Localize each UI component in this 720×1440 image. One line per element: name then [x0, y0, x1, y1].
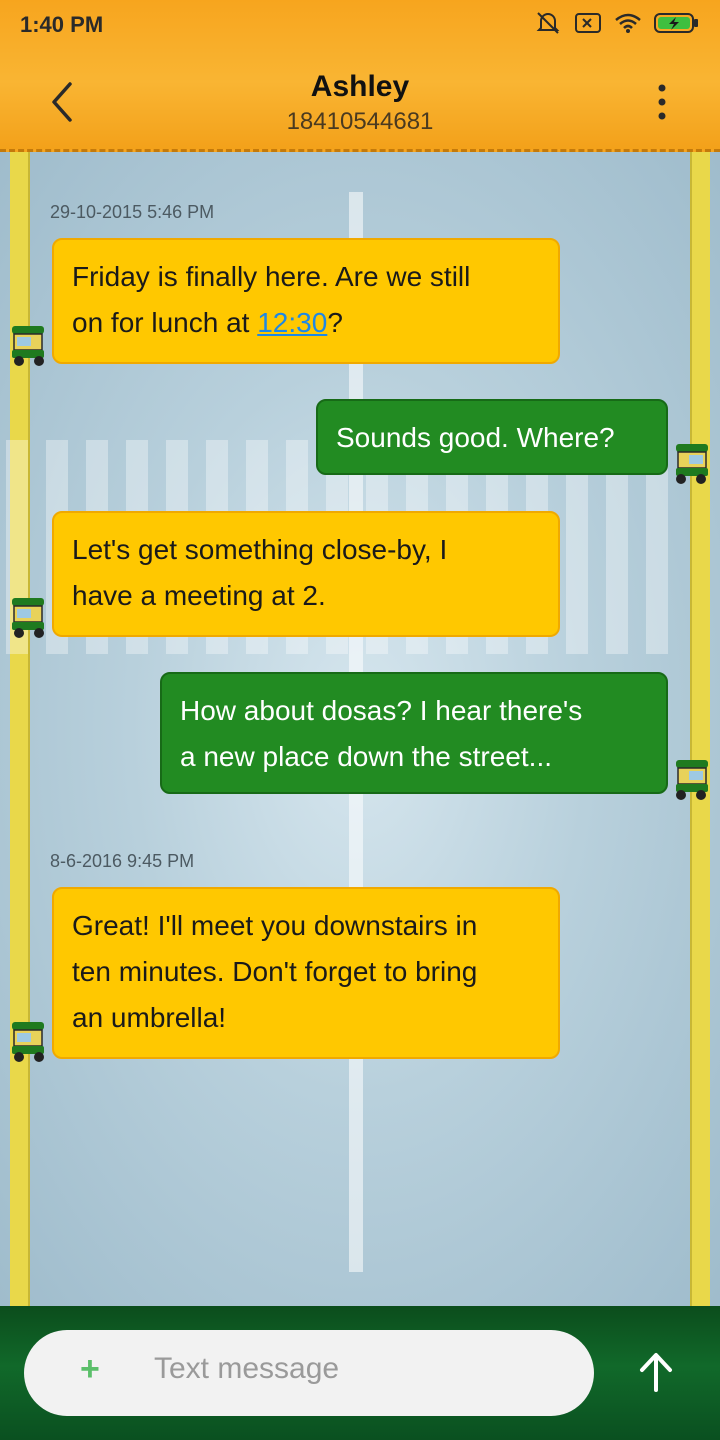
auto-rickshaw-icon	[672, 438, 712, 486]
incoming-message-bubble[interactable]: Great! I'll meet you downstairs in ten m…	[52, 887, 560, 1059]
message-text: on for lunch at	[72, 307, 258, 338]
sim-card-icon	[574, 10, 602, 36]
contact-number: 18410544681	[286, 108, 434, 135]
auto-rickshaw-icon	[8, 320, 48, 368]
battery-charging-icon	[654, 10, 700, 36]
composer-bar: + Text message	[0, 1306, 720, 1440]
message-text-line: have a meeting at 2.	[72, 580, 326, 611]
message-text-line: How about dosas? I hear there's	[180, 695, 583, 726]
wifi-icon	[614, 10, 642, 36]
message-input-placeholder: Text message	[154, 1352, 340, 1385]
message-timestamp: 29-10-2015 5:46 PM	[50, 202, 215, 222]
time-link[interactable]: 12:30	[257, 307, 327, 338]
message-timestamp: 8-6-2016 9:45 PM	[50, 851, 195, 871]
auto-rickshaw-icon	[672, 754, 712, 802]
arrow-up-icon	[640, 1353, 672, 1392]
incoming-message-bubble[interactable]: Friday is finally here. Are we still on …	[52, 238, 560, 364]
more-vertical-icon	[658, 84, 666, 120]
mute-bell-icon	[534, 10, 562, 36]
auto-rickshaw-icon	[8, 1016, 48, 1064]
message-text: ?	[327, 307, 343, 338]
contact-name: Ashley	[310, 70, 410, 103]
message-text-line: Let's get something close-by, I	[72, 534, 448, 565]
message-text-line: ten minutes. Don't forget to bring	[72, 956, 478, 987]
attach-plus-button[interactable]: +	[80, 1350, 100, 1389]
message-text-line: a new place down the street...	[180, 741, 552, 772]
send-button[interactable]	[636, 1350, 676, 1394]
road-curb-right	[690, 152, 710, 1306]
header-bar: 1:40 PM Ashley 18410544681	[0, 0, 720, 152]
message-text-line: Friday is finally here. Are we still	[72, 261, 471, 292]
incoming-message-bubble[interactable]: Let's get something close-by, I have a m…	[52, 511, 560, 637]
more-options-button[interactable]	[654, 82, 670, 122]
message-text-line: Great! I'll meet you downstairs in	[72, 910, 478, 941]
status-time: 1:40 PM	[20, 12, 104, 37]
outgoing-message-bubble[interactable]: Sounds good. Where?	[316, 399, 668, 475]
message-text-line: an umbrella!	[72, 1002, 227, 1033]
status-icons	[534, 10, 700, 36]
message-list[interactable]: 29-10-2015 5:46 PM Friday is finally her…	[0, 152, 720, 1306]
message-input[interactable]: + Text message	[24, 1330, 594, 1416]
auto-rickshaw-icon	[8, 592, 48, 640]
message-text-line: on for lunch at 12:30?	[72, 300, 540, 346]
message-text-line: Sounds good. Where?	[336, 422, 615, 453]
outgoing-message-bubble[interactable]: How about dosas? I hear there's a new pl…	[160, 672, 668, 794]
